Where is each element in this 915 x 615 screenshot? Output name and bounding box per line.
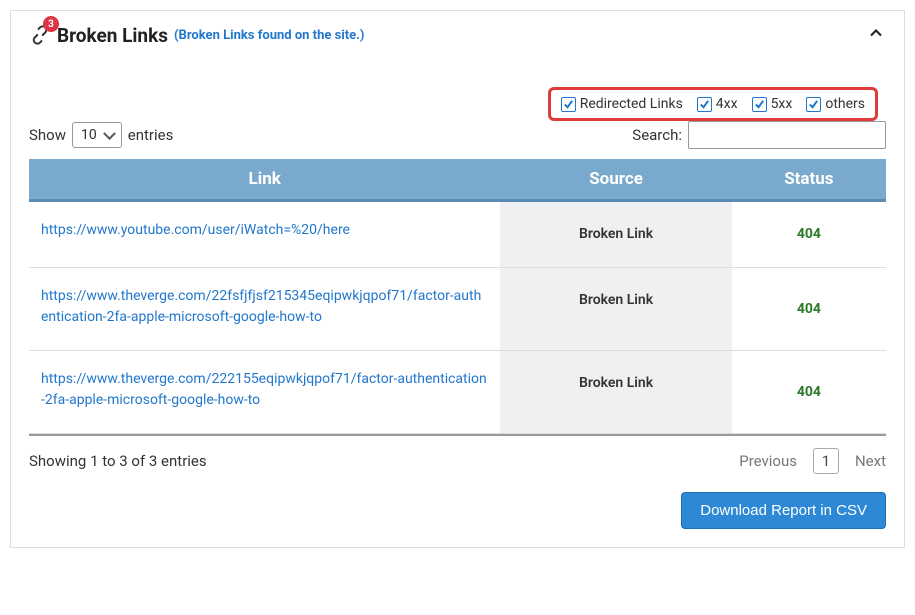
col-header-source[interactable]: Source [500, 159, 731, 201]
table-row: https://www.youtube.com/user/iWatch=%20/… [29, 201, 886, 268]
link-cell[interactable]: https://www.youtube.com/user/iWatch=%20/… [29, 201, 500, 268]
panel-body: Redirected Links 4xx 5xx others Show 10 [11, 55, 904, 547]
filter-label: others [825, 96, 865, 112]
source-cell: Broken Link [500, 351, 731, 434]
filter-label: 5xx [771, 96, 793, 112]
checkbox-icon [561, 97, 576, 112]
prev-button[interactable]: Previous [739, 452, 797, 470]
col-header-link[interactable]: Link [29, 159, 500, 201]
broken-link-icon: 3 [29, 24, 51, 46]
panel-title: Broken Links [57, 24, 168, 47]
filter-redirected[interactable]: Redirected Links [561, 96, 683, 112]
table-row: https://www.theverge.com/22fsfjfjsf21534… [29, 268, 886, 351]
page-size-control: Show 10 entries [29, 122, 173, 148]
filter-others[interactable]: others [806, 96, 865, 112]
collapse-toggle[interactable] [866, 23, 886, 47]
filter-label: 4xx [716, 96, 738, 112]
next-button[interactable]: Next [855, 452, 886, 470]
showing-info: Showing 1 to 3 of 3 entries [29, 452, 207, 470]
entries-label: entries [128, 126, 174, 144]
source-cell: Broken Link [500, 201, 731, 268]
panel-subtitle: (Broken Links found on the site.) [174, 28, 364, 43]
download-csv-button[interactable]: Download Report in CSV [681, 492, 886, 529]
page-number[interactable]: 1 [813, 448, 839, 474]
filter-label: Redirected Links [580, 96, 683, 112]
show-label: Show [29, 126, 66, 144]
link-cell[interactable]: https://www.theverge.com/22fsfjfjsf21534… [29, 268, 500, 351]
col-header-status[interactable]: Status [732, 159, 886, 201]
status-cell: 404 [732, 351, 886, 434]
panel-header: 3 Broken Links (Broken Links found on th… [11, 11, 904, 55]
badge-count: 3 [43, 16, 59, 32]
link-cell[interactable]: https://www.theverge.com/222155eqipwkjqp… [29, 351, 500, 434]
table-controls: Show 10 entries Search: [29, 121, 886, 149]
filters-highlight-box: Redirected Links 4xx 5xx others [548, 87, 878, 121]
table-header-row: Link Source Status [29, 159, 886, 201]
pagination: Previous 1 Next [739, 448, 886, 474]
search-control: Search: [632, 121, 886, 149]
table-row: https://www.theverge.com/222155eqipwkjqp… [29, 351, 886, 434]
checkbox-icon [806, 97, 821, 112]
table-footer: Showing 1 to 3 of 3 entries Previous 1 N… [29, 434, 886, 474]
page-size-select[interactable]: 10 [72, 122, 122, 148]
search-input[interactable] [688, 121, 886, 149]
download-row: Download Report in CSV [29, 492, 886, 529]
source-cell: Broken Link [500, 268, 731, 351]
broken-links-panel: 3 Broken Links (Broken Links found on th… [10, 10, 905, 548]
filter-4xx[interactable]: 4xx [697, 96, 738, 112]
status-cell: 404 [732, 268, 886, 351]
status-cell: 404 [732, 201, 886, 268]
checkbox-icon [752, 97, 767, 112]
page-size-value: 10 [81, 127, 97, 143]
search-label: Search: [632, 126, 682, 144]
broken-links-table: Link Source Status https://www.youtube.c… [29, 159, 886, 434]
filter-5xx[interactable]: 5xx [752, 96, 793, 112]
checkbox-icon [697, 97, 712, 112]
